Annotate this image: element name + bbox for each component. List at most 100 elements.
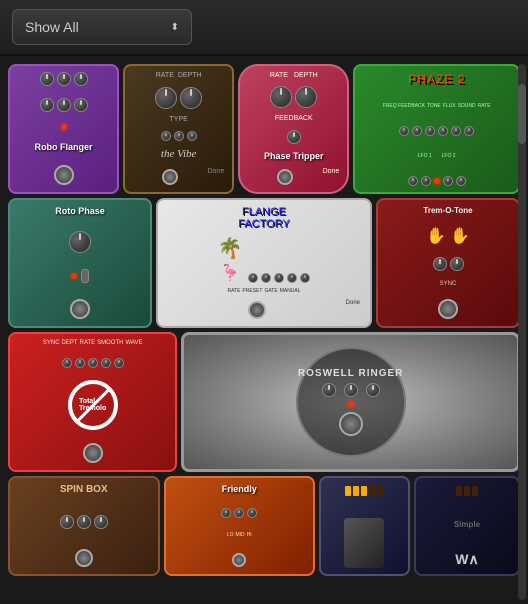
- led-indicator: [71, 273, 77, 279]
- indicator-seg: [353, 486, 359, 496]
- pedal-title: the Vibe: [161, 148, 197, 160]
- pedal-title: Robo Flanger: [35, 142, 93, 152]
- knob[interactable]: [443, 176, 453, 186]
- knob[interactable]: [101, 358, 111, 368]
- knob[interactable]: [366, 383, 380, 397]
- pedal-mystery[interactable]: [319, 476, 410, 576]
- pedal-grid: Robo Flanger RATEDEPTH TYPE the Vibe Don…: [0, 56, 528, 604]
- knob[interactable]: [94, 515, 108, 529]
- pedal-row-1: Robo Flanger RATEDEPTH TYPE the Vibe Don…: [8, 64, 520, 194]
- pedal-row-3: SYNCDEPTRATESMOOTHWAVE TotalTremolo ROSW…: [8, 332, 520, 472]
- footswitch[interactable]: [75, 549, 93, 567]
- indicator-seg: [377, 486, 383, 496]
- footswitch[interactable]: [162, 169, 178, 185]
- knob[interactable]: [270, 86, 292, 108]
- indicator-seg: [464, 486, 470, 496]
- knob[interactable]: [234, 508, 244, 518]
- pedal-roswell-ringer[interactable]: ROSWELL RINGER: [181, 332, 520, 472]
- knob[interactable]: [450, 257, 464, 271]
- led-indicator: [348, 401, 354, 407]
- pedal-title: PHAZE 2: [408, 72, 465, 86]
- pedal-trem-o-tone[interactable]: Trem-O-Tone ✋ ✋ SYNC: [376, 198, 520, 328]
- knob[interactable]: [40, 98, 54, 112]
- pedal-title: Trem-O-Tone: [423, 206, 472, 215]
- knob[interactable]: [57, 72, 71, 86]
- footswitch[interactable]: [339, 412, 363, 436]
- show-all-dropdown[interactable]: Show All ⬍: [12, 9, 192, 45]
- knob[interactable]: [451, 126, 461, 136]
- knob[interactable]: [161, 131, 171, 141]
- knob[interactable]: [399, 126, 409, 136]
- knob[interactable]: [300, 273, 310, 283]
- knob[interactable]: [248, 273, 258, 283]
- pedal-robo-flanger[interactable]: Robo Flanger: [8, 64, 119, 194]
- knob[interactable]: [274, 273, 284, 283]
- pedal-phase-tripper[interactable]: RATEDEPTH FEEDBACK Phase Tripper Done: [238, 64, 349, 194]
- footswitch[interactable]: [54, 165, 74, 185]
- knob[interactable]: [75, 358, 85, 368]
- knob[interactable]: [180, 87, 202, 109]
- knob[interactable]: [69, 231, 91, 253]
- knob[interactable]: [322, 383, 336, 397]
- knob[interactable]: [344, 383, 358, 397]
- scrollbar-thumb[interactable]: [518, 84, 526, 144]
- knob[interactable]: [174, 131, 184, 141]
- knob[interactable]: [464, 126, 474, 136]
- knob[interactable]: [114, 358, 124, 368]
- pedal-total-tremolo[interactable]: SYNCDEPTRATESMOOTHWAVE TotalTremolo: [8, 332, 177, 472]
- footswitch[interactable]: [83, 443, 103, 463]
- pedal-wah[interactable]: Simple W∧: [414, 476, 520, 576]
- knob[interactable]: [60, 515, 74, 529]
- knob[interactable]: [287, 273, 297, 283]
- knob[interactable]: [421, 176, 431, 186]
- knob[interactable]: [187, 131, 197, 141]
- knob[interactable]: [62, 358, 72, 368]
- flamingo-icon: 🦩: [220, 263, 240, 283]
- knob[interactable]: [261, 273, 271, 283]
- knob[interactable]: [433, 257, 447, 271]
- footswitch[interactable]: [277, 169, 293, 185]
- pedal-roto-phase[interactable]: Roto Phase: [8, 198, 152, 328]
- knob[interactable]: [287, 130, 301, 144]
- knob[interactable]: [57, 98, 71, 112]
- knob[interactable]: [77, 515, 91, 529]
- pedal-title: Friendly: [222, 484, 257, 494]
- pedal-title: FLANGEFACTORY: [238, 206, 290, 230]
- pedal-friendly[interactable]: Friendly LOMIDHI: [164, 476, 316, 576]
- led-indicator: [61, 124, 67, 130]
- toggle-switch[interactable]: [81, 269, 89, 283]
- indicator-seg: [369, 486, 375, 496]
- knob[interactable]: [295, 86, 317, 108]
- knob[interactable]: [247, 508, 257, 518]
- knob[interactable]: [412, 126, 422, 136]
- knob[interactable]: [74, 72, 88, 86]
- led-indicator: [434, 178, 440, 184]
- pedal-title: Phase Tripper: [264, 151, 324, 161]
- pedal-the-vibe[interactable]: RATEDEPTH TYPE the Vibe Done: [123, 64, 234, 194]
- pedal-title: W∧: [455, 551, 478, 568]
- knob[interactable]: [438, 126, 448, 136]
- knob[interactable]: [425, 126, 435, 136]
- footswitch[interactable]: [248, 301, 266, 319]
- footswitch[interactable]: [232, 553, 246, 567]
- chevron-down-icon: ⬍: [171, 22, 179, 33]
- knob[interactable]: [155, 87, 177, 109]
- pedal-title: Roto Phase: [55, 206, 105, 216]
- pedal-phaze2[interactable]: PHAZE 2 FREQ FEEDBACKTONEFLUXSOUNDRATE L…: [353, 64, 520, 194]
- scrollbar[interactable]: [518, 64, 526, 600]
- dropdown-label: Show All: [25, 19, 79, 35]
- footswitch[interactable]: [70, 299, 90, 319]
- knob[interactable]: [408, 176, 418, 186]
- knob[interactable]: [456, 176, 466, 186]
- indicator-seg: [345, 486, 351, 496]
- knob[interactable]: [40, 72, 54, 86]
- knob[interactable]: [74, 98, 88, 112]
- pedal-flange-factory[interactable]: FLANGEFACTORY 🌴 🦩 RATEPRES: [156, 198, 372, 328]
- knob[interactable]: [88, 358, 98, 368]
- knob[interactable]: [221, 508, 231, 518]
- pedal-spin-box[interactable]: SPIN BOX: [8, 476, 160, 576]
- footswitch[interactable]: [438, 299, 458, 319]
- pedal-title: ROSWELL RINGER: [298, 368, 403, 379]
- pedal-title: SPIN BOX: [60, 484, 108, 495]
- top-bar: Show All ⬍: [0, 0, 528, 56]
